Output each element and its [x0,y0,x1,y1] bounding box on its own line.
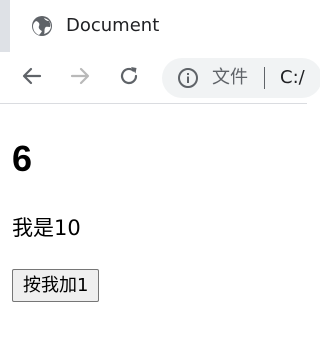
info-icon[interactable] [177,67,199,89]
address-scheme-label: 文件 [212,67,248,88]
reload-button[interactable] [115,64,143,92]
add-one-button[interactable]: 按我加1 [12,269,100,302]
page-content: 6 我是10 按我加1 [0,105,307,341]
browser-window: Document 文件 C:/ 6 我是10 按我加1 [0,0,320,341]
address-separator [264,67,265,89]
static-text: 我是10 [12,216,81,240]
tab-strip-edge [0,0,10,52]
counter-heading: 6 [12,138,33,179]
tab-strip: Document [0,0,307,52]
tab-title: Document [66,15,160,36]
back-button[interactable] [18,64,46,92]
address-url[interactable]: C:/ [280,67,305,89]
browser-toolbar: 文件 C:/ [0,52,320,104]
arrow-right-icon [68,64,92,92]
arrow-left-icon [20,64,44,92]
globe-icon [31,15,53,37]
address-bar[interactable]: 文件 C:/ [162,58,320,98]
forward-button[interactable] [66,64,94,92]
reload-icon [117,64,141,92]
tab-document[interactable]: Document [10,0,307,52]
